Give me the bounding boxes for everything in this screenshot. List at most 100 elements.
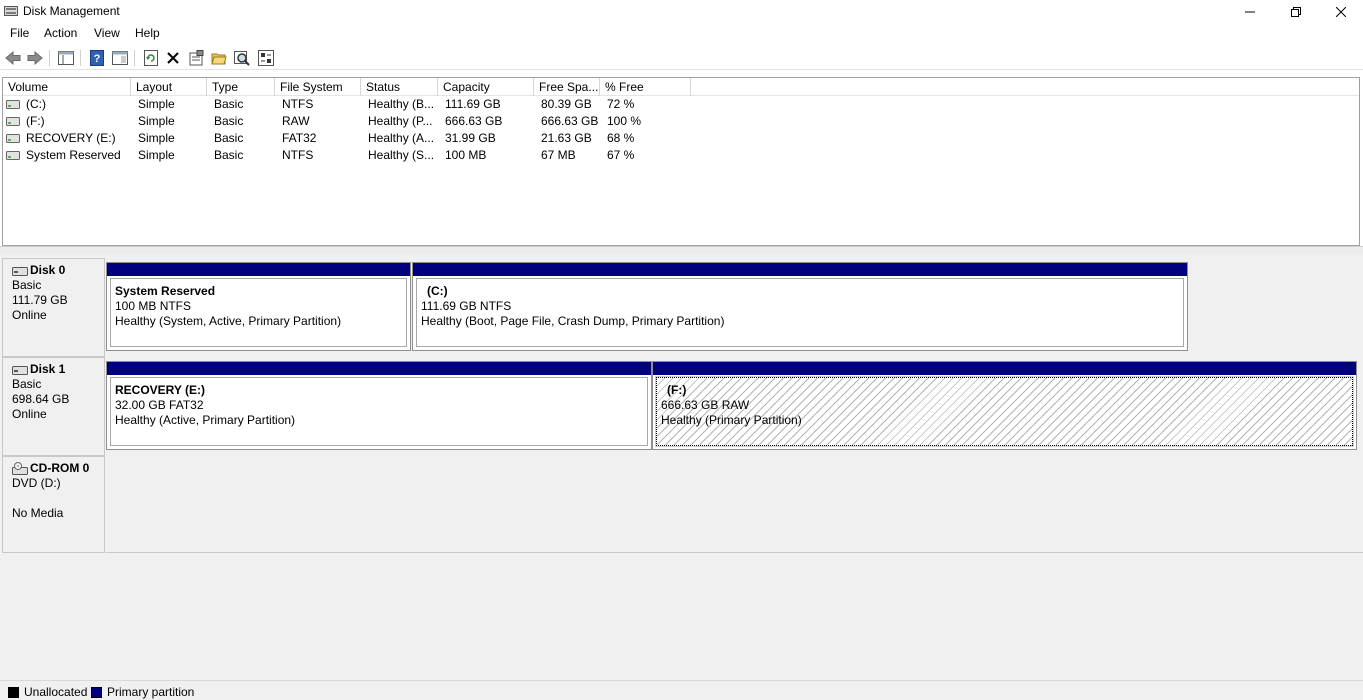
volume-name: (C:) [26, 97, 46, 111]
volume-status: Healthy (A... [368, 131, 435, 145]
legend-primary-partition: Primary partition [91, 685, 194, 699]
menu-action[interactable]: Action [42, 26, 79, 40]
pane-splitter[interactable] [0, 246, 1363, 254]
svg-text:?: ? [94, 53, 101, 65]
volume-capacity: 100 MB [445, 148, 487, 162]
volume-list[interactable]: Volume Layout Type File System Status Ca… [2, 77, 1360, 246]
disk-1-label[interactable]: Disk 1 Basic 698.64 GB Online [2, 357, 105, 456]
disk-state: Online [12, 308, 47, 322]
menu-bar: File Action View Help [0, 24, 1363, 44]
legend-bar: Unallocated Primary partition [0, 680, 1363, 700]
table-row[interactable]: System Reserved Simple Basic NTFS Health… [3, 147, 1359, 164]
primary-partition-swatch [91, 686, 102, 698]
properties-button[interactable] [187, 49, 205, 67]
partition-status: Healthy (System, Active, Primary Partiti… [115, 314, 342, 328]
partition-status: Healthy (Boot, Page File, Crash Dump, Pr… [421, 314, 725, 328]
disk-map: Disk 0 Basic 111.79 GB Online System Res… [0, 254, 1363, 680]
table-row[interactable]: RECOVERY (E:) Simple Basic FAT32 Healthy… [3, 130, 1359, 147]
console-tree-button[interactable] [57, 49, 75, 67]
disk-0-label[interactable]: Disk 0 Basic 111.79 GB Online [2, 258, 105, 357]
disk-type: Basic [12, 278, 42, 292]
column-header-status[interactable]: Status [361, 78, 438, 96]
properties-pane-button[interactable] [111, 49, 129, 67]
column-header-percent-free[interactable]: % Free [600, 78, 691, 96]
back-button[interactable] [4, 49, 22, 67]
cdrom-0-label[interactable]: CD-ROM 0 DVD (D:) No Media [2, 456, 105, 553]
toolbar-separator [134, 50, 135, 66]
volume-file-system: RAW [282, 114, 310, 128]
column-header-volume[interactable]: Volume [3, 78, 131, 96]
primary-partition-bar [413, 263, 1187, 276]
volume-layout: Simple [138, 114, 175, 128]
settings-button[interactable] [257, 49, 275, 67]
menu-file[interactable]: File [8, 26, 31, 40]
toolbar-separator [80, 50, 81, 66]
unallocated-swatch [8, 686, 19, 698]
disk-name: Disk 0 [30, 263, 66, 277]
refresh-button[interactable] [142, 49, 160, 67]
partition-name: System Reserved [115, 284, 216, 298]
column-header-type[interactable]: Type [207, 78, 275, 96]
volume-percent-free: 100 % [607, 114, 642, 128]
minimize-button[interactable] [1227, 0, 1273, 24]
disk-size: 111.79 GB [12, 293, 68, 307]
partition-f[interactable]: (F:) 666.63 GB RAW Healthy (Primary Part… [652, 361, 1357, 450]
partition-body: System Reserved 100 MB NTFS Healthy (Sys… [110, 278, 407, 347]
volume-name: RECOVERY (E:) [26, 131, 116, 145]
primary-partition-bar [653, 362, 1356, 375]
partition-c[interactable]: (C:) 111.69 GB NTFS Healthy (Boot, Page … [412, 262, 1188, 351]
legend-label: Unallocated [24, 685, 88, 699]
legend-unallocated: Unallocated [8, 685, 87, 699]
disk-name-row: CD-ROM 0 [12, 461, 104, 476]
folder-open-icon [211, 53, 227, 65]
column-header-capacity[interactable]: Capacity [438, 78, 534, 96]
volume-type: Basic [214, 148, 244, 162]
column-header-free-space[interactable]: Free Spa... [534, 78, 600, 96]
legend-label: Primary partition [107, 685, 195, 699]
volume-layout: Simple [138, 97, 175, 111]
properties-icon [189, 50, 204, 66]
hard-disk-icon [12, 267, 28, 276]
close-button[interactable] [1318, 0, 1363, 24]
disk-type: Basic [12, 377, 42, 391]
volume-capacity: 31.99 GB [445, 131, 496, 145]
disk-type: DVD (D:) [12, 476, 61, 490]
partition-name: RECOVERY (E:) [115, 383, 206, 397]
help-icon: ? [90, 50, 104, 66]
window-title: Disk Management [23, 4, 120, 18]
menu-help[interactable]: Help [133, 26, 162, 40]
volume-percent-free: 72 % [607, 97, 635, 111]
menu-view[interactable]: View [92, 26, 122, 40]
column-header-file-system[interactable]: File System [275, 78, 361, 96]
column-header-layout[interactable]: Layout [131, 78, 207, 96]
close-icon [1336, 7, 1346, 17]
partition-size: 111.69 GB NTFS [421, 299, 512, 313]
table-row[interactable]: (C:) Simple Basic NTFS Healthy (B... 111… [3, 96, 1359, 113]
volume-capacity: 666.63 GB [445, 114, 503, 128]
volume-layout: Simple [138, 131, 175, 145]
volume-percent-free: 67 % [607, 148, 635, 162]
help-button[interactable]: ? [88, 49, 106, 67]
restore-button[interactable] [1273, 0, 1319, 24]
explore-button[interactable] [233, 49, 251, 67]
properties-pane-icon [112, 51, 128, 65]
cdrom-0-area[interactable] [106, 456, 1363, 553]
toolbar: ? [0, 46, 1363, 70]
volume-free-space: 666.63 GB [541, 114, 599, 128]
back-icon [5, 51, 21, 65]
forward-button[interactable] [26, 49, 44, 67]
disk-management-icon [4, 6, 18, 16]
partition-recovery-e[interactable]: RECOVERY (E:) 32.00 GB FAT32 Healthy (Ac… [106, 361, 652, 450]
primary-partition-bar [107, 263, 410, 276]
delete-button[interactable] [164, 49, 182, 67]
volume-status: Healthy (S... [368, 148, 435, 162]
partition-name: (C:) [427, 284, 448, 298]
volume-name: System Reserved [26, 148, 121, 162]
partition-status: Healthy (Active, Primary Partition) [115, 413, 296, 427]
open-button[interactable] [210, 49, 228, 67]
partition-system-reserved[interactable]: System Reserved 100 MB NTFS Healthy (Sys… [106, 262, 411, 351]
drive-icon [6, 100, 20, 109]
volume-type: Basic [214, 97, 244, 111]
title-bar: Disk Management [0, 0, 1363, 24]
table-row[interactable]: (F:) Simple Basic RAW Healthy (P... 666.… [3, 113, 1359, 130]
